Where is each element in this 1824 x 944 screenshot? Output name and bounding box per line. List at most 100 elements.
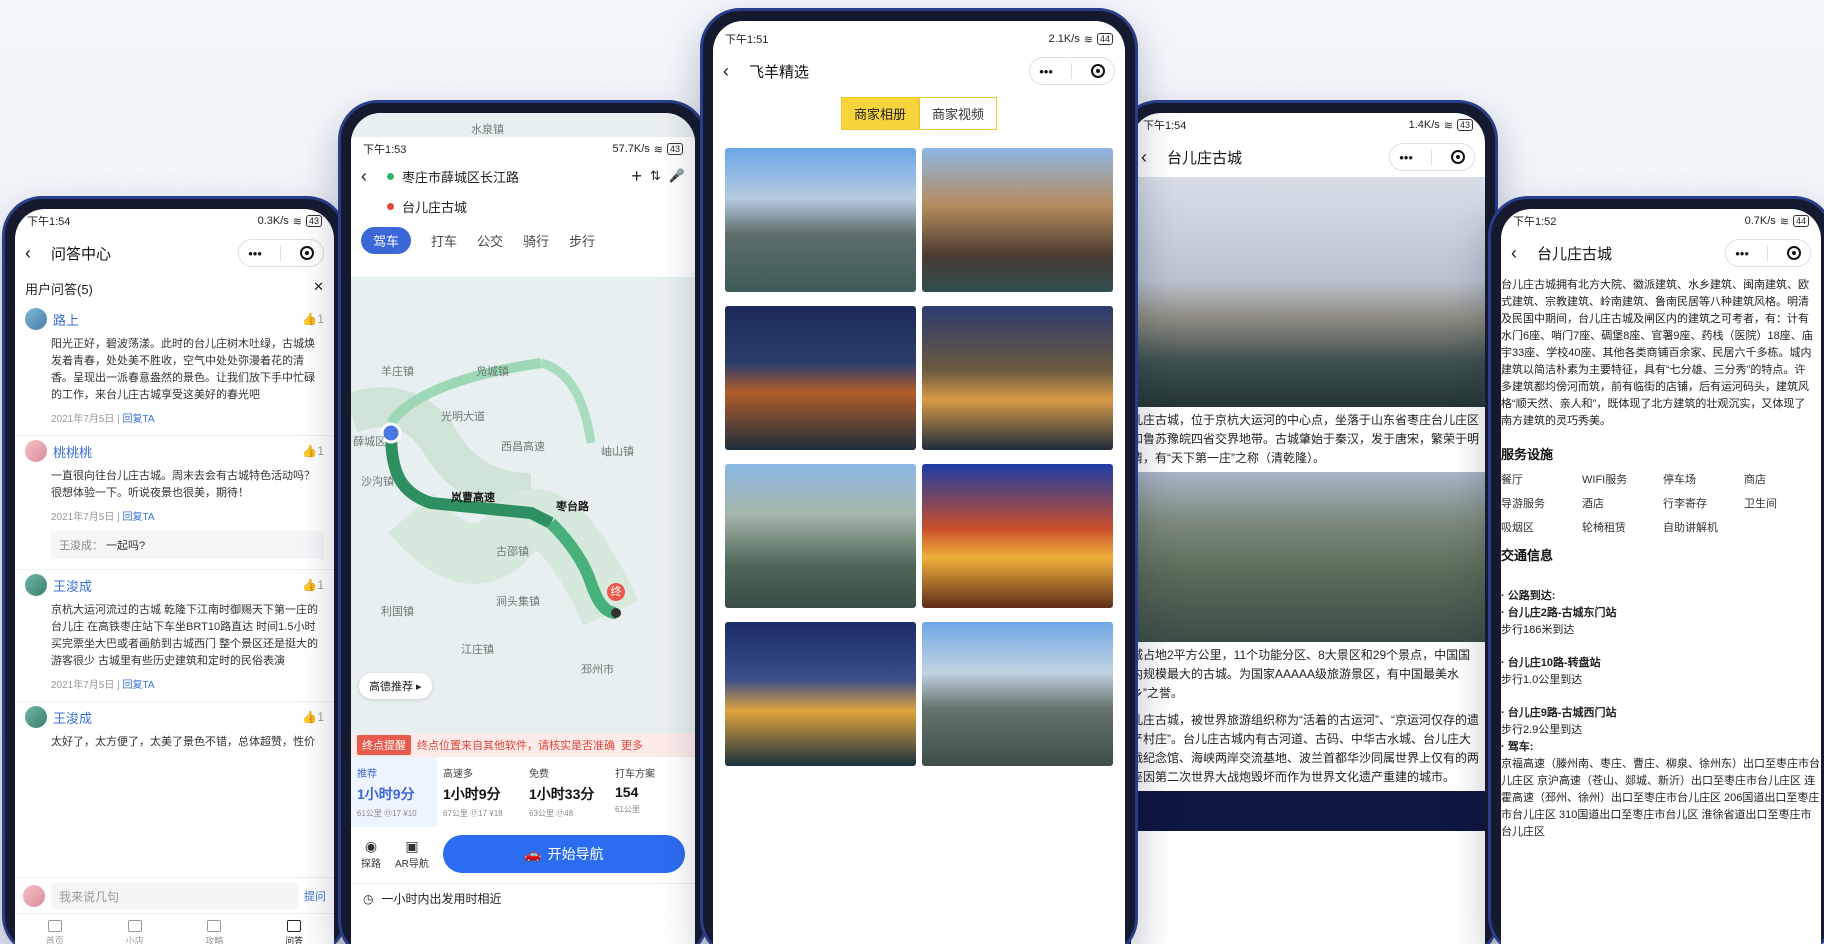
warning-more[interactable]: 更多 — [621, 737, 643, 753]
more-icon[interactable]: ••• — [1735, 246, 1749, 261]
qa-item: 路上 👍1 阳光正好，碧波荡漾。此时的台儿庄树木吐绿，古城焕发着青春，处处美不胜收… — [15, 304, 334, 436]
close-icon[interactable]: ✕ — [313, 279, 324, 298]
ask-bar: 我来说几句 提问 — [15, 877, 334, 913]
status-bar: 下午1:54 0.3K/s ≋ 43 — [15, 209, 334, 233]
network-speed: 2.1K/s — [1048, 33, 1080, 45]
nav-bar: ‹ 问答中心 ••• — [15, 233, 334, 273]
qa-username[interactable]: 王浚成 — [53, 708, 92, 727]
departure-hint: ◷ 一小时内出发用时相近 — [351, 883, 695, 913]
like-icon[interactable]: 👍1 — [302, 444, 324, 458]
facility-list: 餐厅 WIFI服务 停车场 商店 导游服务 酒店 行李寄存 卫生间 吸烟区 轮椅… — [1501, 471, 1821, 535]
more-icon[interactable]: ••• — [1039, 64, 1053, 79]
network-speed: 0.3K/s — [257, 215, 289, 227]
like-icon[interactable]: 👍1 — [302, 578, 324, 592]
clock-icon: ◷ — [363, 891, 374, 906]
explore-button[interactable]: ◉ 探路 — [361, 838, 381, 870]
like-icon[interactable]: 👍1 — [302, 312, 324, 326]
mic-icon[interactable]: 🎤 — [669, 168, 685, 184]
close-mini-icon[interactable] — [1450, 150, 1465, 164]
album-photo[interactable] — [725, 464, 916, 608]
ar-nav-button[interactable]: ▣ AR导航 — [395, 838, 429, 870]
mode-taxi[interactable]: 打车 — [431, 231, 457, 250]
back-icon[interactable]: ‹ — [361, 166, 379, 187]
map-label: 岚曹高速 — [451, 492, 495, 504]
destination-input[interactable]: 台儿庄古城 — [402, 197, 467, 216]
tab-guide[interactable]: 攻略 — [175, 914, 255, 944]
start-navigation-button[interactable]: 🚗 开始导航 — [442, 835, 685, 873]
album-photo[interactable] — [725, 148, 916, 292]
qa-username[interactable]: 王浚成 — [53, 576, 92, 595]
plan-recommended[interactable]: 推荐 1小时9分 61公里 ⑰17 ¥10 — [351, 757, 437, 827]
album-photo[interactable] — [725, 622, 916, 766]
battery-icon: 43 — [1456, 119, 1473, 131]
tab-shop[interactable]: 小店 — [95, 914, 175, 944]
tab-qa[interactable]: 问答 — [254, 914, 334, 944]
map-label: 光明大道 — [441, 411, 485, 423]
traffic-line: · 台儿庄9路-古城西门站 — [1501, 707, 1617, 719]
services-heading: 服务设施 — [1501, 447, 1554, 462]
phone-scenic-detail: 下午1:52 0.7K/s ≋ 44 ‹ 台儿庄古城 ••• 台儿庄古城拥有北方大院… — [1488, 196, 1824, 944]
status-time: 下午1:52 — [1513, 216, 1557, 228]
qa-username[interactable]: 桃桃桃 — [53, 442, 92, 461]
qa-username[interactable]: 路上 — [53, 310, 79, 329]
traffic-line: · 公路到达: — [1501, 590, 1556, 602]
ask-button[interactable]: 提问 — [304, 888, 326, 904]
album-photo[interactable] — [725, 306, 916, 450]
home-icon — [47, 920, 62, 932]
miniprogram-capsule: ••• — [238, 239, 324, 267]
reply-box: 王浚成： 一起吗? — [51, 531, 324, 559]
like-icon[interactable]: 👍1 — [302, 710, 324, 724]
qa-date: 2021年7月5日 — [51, 414, 115, 425]
qa-text: 阳光正好，碧波荡漾。此时的台儿庄树木吐绿，古城焕发着青春，处处美不胜收，空气中处… — [51, 338, 315, 401]
more-icon[interactable]: ••• — [248, 246, 262, 261]
back-icon[interactable]: ‹ — [723, 61, 741, 82]
traffic-line: 步行1.0公里到达 — [1501, 674, 1583, 686]
miniprogram-capsule: ••• — [1389, 143, 1475, 171]
close-mini-icon[interactable] — [1786, 246, 1801, 260]
facility-item: 导游服务 — [1501, 498, 1545, 510]
close-mini-icon[interactable] — [1090, 64, 1105, 78]
origin-input[interactable]: 枣庄市薛城区长江路 — [402, 167, 519, 186]
traffic-line: 京福高速（滕州南、枣庄、曹庄、柳泉、徐州东）出口至枣庄市台儿庄区 京沪高速（苍山… — [1501, 758, 1820, 838]
mode-walk[interactable]: 步行 — [569, 231, 595, 250]
more-icon[interactable]: ••• — [1399, 150, 1413, 165]
album-photo[interactable] — [922, 622, 1113, 766]
plan-taxi[interactable]: 打车方案 154 61公里 — [609, 757, 695, 827]
reply-link[interactable]: 回复TA — [123, 680, 155, 691]
ask-input[interactable]: 我来说几句 — [51, 882, 298, 909]
facility-item: 自助讲解机 — [1663, 522, 1718, 534]
album-photo[interactable] — [922, 306, 1113, 450]
album-photo[interactable] — [922, 148, 1113, 292]
status-bar: 下午1:51 2.1K/s ≋ 44 — [713, 21, 1125, 51]
back-icon[interactable]: ‹ — [1511, 243, 1529, 264]
facility-item: 吸烟区 — [1501, 522, 1534, 534]
status-time: 下午1:53 — [363, 144, 407, 156]
intro-paragraph: 儿庄古城，被世界旅游组织称为“活着的古运河”、“京运河仅存的遗产村庄”。台儿庄古… — [1131, 713, 1480, 784]
plan-free[interactable]: 免费 1小时33分 63公里 ⑰48 — [523, 757, 609, 827]
recommend-button[interactable]: 高德推荐 ▸ — [359, 673, 432, 699]
back-icon[interactable]: ‹ — [25, 243, 43, 264]
qa-screen: 下午1:54 0.3K/s ≋ 43 ‹ 问答中心 ••• 用户问答(5) ✕ 路上… — [15, 209, 334, 944]
tab-merchant-video[interactable]: 商家视频 — [919, 97, 998, 130]
tab-home[interactable]: 首页 — [15, 914, 95, 944]
status-bar: 下午1:54 1.4K/s ≋ 43 — [1131, 113, 1485, 137]
mode-bike[interactable]: 骑行 — [523, 231, 549, 250]
destination-dot — [387, 202, 394, 210]
plan-highway[interactable]: 高速多 1小时9分 67公里 ⑰17 ¥18 — [437, 757, 523, 827]
reply-link[interactable]: 回复TA — [123, 414, 155, 425]
aerial-photo — [1131, 472, 1485, 642]
avatar — [25, 574, 47, 596]
album-photo[interactable] — [922, 464, 1113, 608]
close-mini-icon[interactable] — [299, 246, 314, 260]
reply-link[interactable]: 回复TA — [123, 512, 155, 523]
navigation-actions: ◉ 探路 ▣ AR导航 🚗 开始导航 — [351, 829, 695, 879]
tab-merchant-album[interactable]: 商家相册 — [840, 97, 919, 130]
back-icon[interactable]: ‹ — [1141, 147, 1159, 168]
swap-icon[interactable]: ⇅ — [650, 168, 661, 184]
qa-item: 王浚成 👍1 太好了，太方便了，太美了景色不错，总体超赞，性价 — [15, 702, 334, 761]
mode-transit[interactable]: 公交 — [477, 231, 503, 250]
battery-icon: 44 — [1096, 33, 1113, 45]
nav-bar: ‹ 台儿庄古城 ••• — [1501, 233, 1821, 273]
mode-drive[interactable]: 驾车 — [361, 227, 412, 254]
add-icon[interactable]: + — [631, 166, 642, 187]
